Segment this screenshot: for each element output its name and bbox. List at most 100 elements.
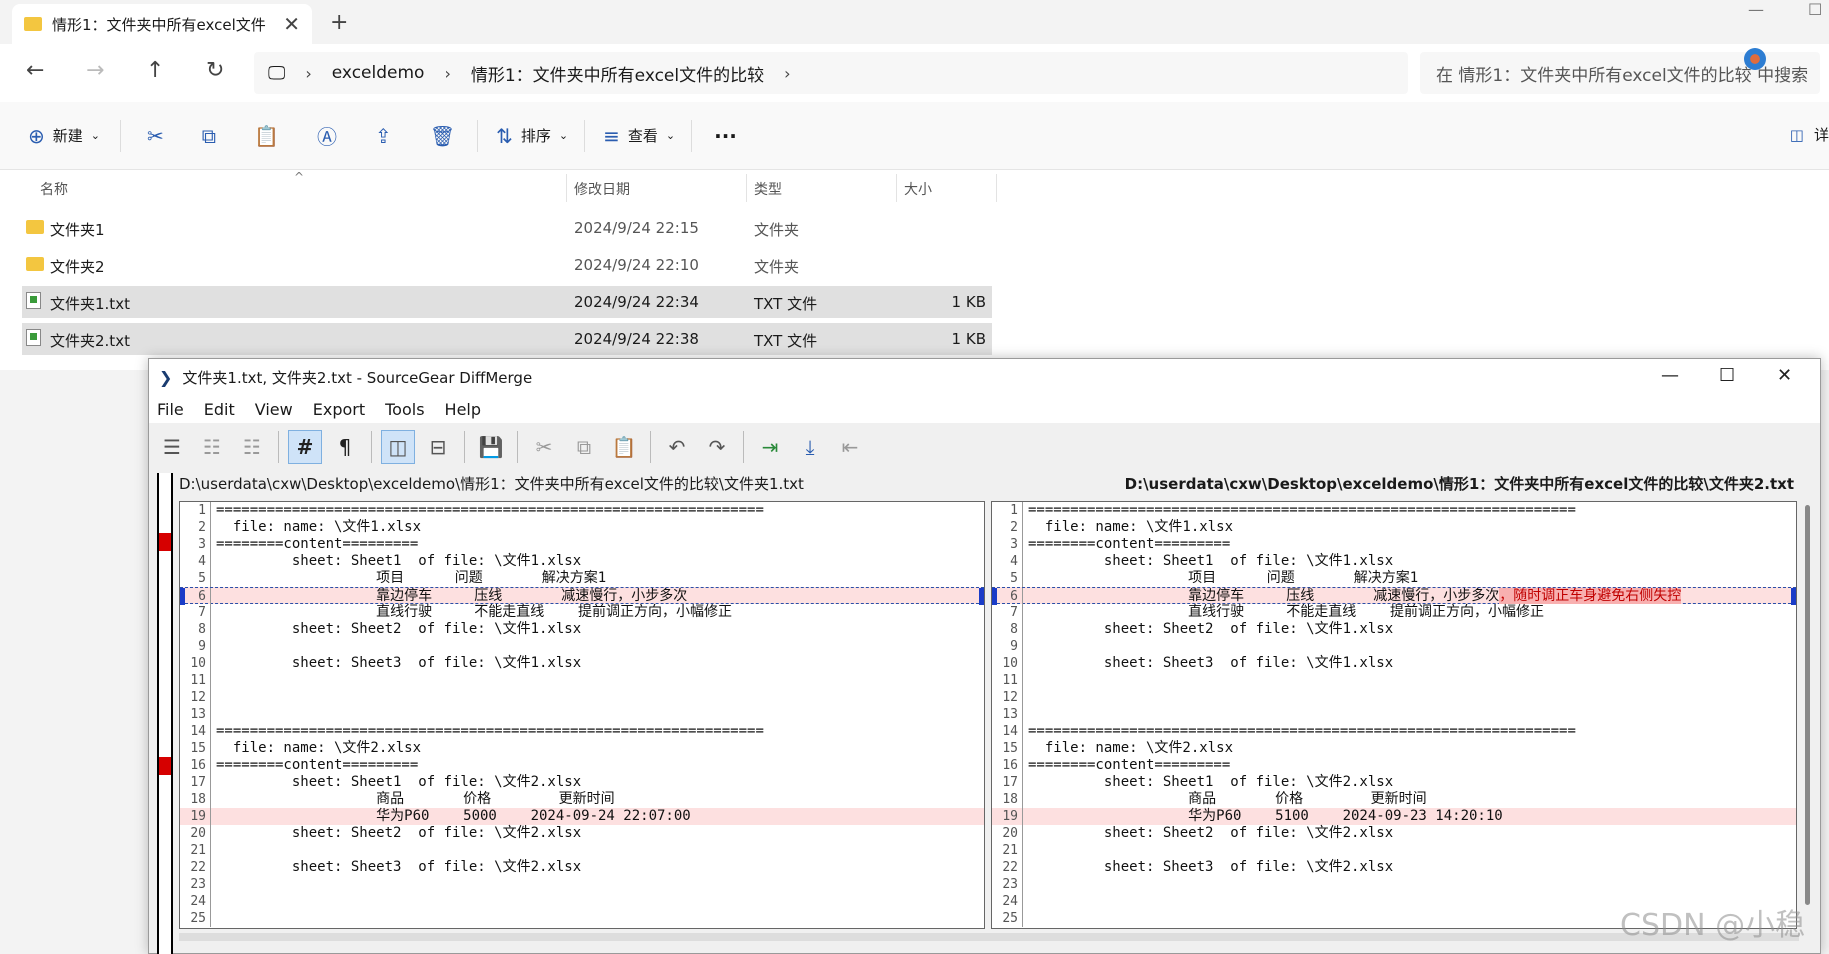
- paste-button[interactable]: 📋: [254, 116, 279, 156]
- computer-icon[interactable]: 🖵: [268, 63, 285, 84]
- menu-file[interactable]: File: [157, 400, 184, 419]
- scissors-icon: ✂: [147, 123, 164, 148]
- redo-icon[interactable]: ↷: [700, 430, 734, 464]
- line-number: 16: [190, 758, 206, 773]
- code-line: 22 sheet: Sheet3 of file: \文件2.xlsx: [180, 859, 984, 876]
- code-line: 21: [180, 842, 984, 859]
- menu-help[interactable]: Help: [445, 400, 481, 419]
- line-number: 8: [1010, 622, 1018, 637]
- change-marker[interactable]: [159, 533, 171, 551]
- line-text: ========content=========: [1028, 536, 1231, 552]
- menu-bar: File Edit View Export Tools Help: [149, 395, 1820, 423]
- code-line: 5 项目 问题 解决方案1: [992, 570, 1796, 587]
- sort-button[interactable]: ⇅ 排序 ⌄: [496, 116, 568, 156]
- list-item[interactable]: 文件夹1 2024/9/24 22:15 文件夹: [22, 212, 992, 244]
- save-icon[interactable]: 💾: [474, 430, 508, 464]
- chevron-right-icon: ›: [444, 63, 451, 83]
- file-date: 2024/9/24 22:38: [574, 330, 699, 348]
- command-bar: ⊕ 新建 ⌄ ✂ ⧉ 📋 Ⓐ ⇪ 🗑 ⇅ 排序 ⌄ ≡ 查看 ⌄ ··· ◫ 详: [0, 102, 1829, 170]
- close-icon[interactable]: ✕: [1777, 365, 1792, 386]
- copy-button[interactable]: ⧉: [202, 116, 216, 156]
- breadcrumb-item[interactable]: exceldemo: [332, 63, 425, 83]
- paste-icon[interactable]: 📋: [607, 430, 641, 464]
- left-pane[interactable]: 1 =======================================…: [179, 501, 985, 929]
- cut-button[interactable]: ✂: [147, 116, 164, 156]
- line-number: 21: [190, 843, 206, 858]
- undo-icon[interactable]: ↶: [660, 430, 694, 464]
- folder-icon: [26, 220, 44, 234]
- chevron-right-icon[interactable]: ›: [784, 64, 790, 83]
- column-date[interactable]: 修改日期: [574, 179, 630, 199]
- right-pane[interactable]: 1 =======================================…: [991, 501, 1797, 929]
- diffmerge-window: ❯ 文件夹1.txt, 文件夹2.txt - SourceGear DiffMe…: [148, 358, 1821, 954]
- line-number: 19: [1002, 809, 1018, 824]
- share-button[interactable]: ⇪: [375, 116, 392, 156]
- line-number: 13: [190, 707, 206, 722]
- code-line: 1 =======================================…: [992, 502, 1796, 519]
- line-text: sheet: Sheet3 of file: \文件2.xlsx: [1028, 859, 1394, 875]
- code-line: 25: [180, 910, 984, 927]
- breadcrumb-item[interactable]: 情形1：文件夹中所有excel文件的比较: [471, 61, 764, 86]
- code-line: 2 file: name: \文件1.xlsx: [180, 519, 984, 536]
- prev-change-icon[interactable]: ⇥: [753, 430, 787, 464]
- maximize-icon[interactable]: ☐: [1719, 365, 1735, 386]
- apply-change-icon[interactable]: ⇤: [833, 430, 867, 464]
- rename-button[interactable]: Ⓐ: [317, 116, 337, 156]
- split-horizontal-icon[interactable]: ⊟: [421, 430, 455, 464]
- vertical-scrollbar[interactable]: [1801, 501, 1815, 929]
- change-overview[interactable]: [157, 473, 173, 954]
- tab-current[interactable]: 情形1：文件夹中所有excel文件 ✕: [12, 4, 312, 44]
- menu-view[interactable]: View: [255, 400, 293, 419]
- line-text: sheet: Sheet1 of file: \文件1.xlsx: [1028, 553, 1394, 569]
- new-button[interactable]: ⊕ 新建 ⌄: [28, 116, 100, 156]
- cut-icon[interactable]: ✂: [527, 430, 561, 464]
- code-line: 6 靠边停车 压线 减速慢行，小步多次: [180, 587, 984, 605]
- split-vertical-icon[interactable]: ◫: [381, 430, 415, 464]
- line-number: 20: [1002, 826, 1018, 841]
- list-item[interactable]: 文件夹2.txt 2024/9/24 22:38 TXT 文件 1 KB: [22, 323, 992, 355]
- list-item[interactable]: 文件夹1.txt 2024/9/24 22:34 TXT 文件 1 KB: [22, 286, 992, 318]
- column-name[interactable]: 名称: [40, 179, 68, 199]
- menu-export[interactable]: Export: [313, 400, 365, 419]
- show-all-icon[interactable]: ☰: [155, 430, 189, 464]
- forward-icon[interactable]: →: [86, 58, 104, 83]
- line-number: 1: [1010, 503, 1018, 518]
- line-text: ========================================…: [1028, 723, 1576, 739]
- new-tab-button[interactable]: +: [330, 10, 348, 35]
- tab-bar: 情形1：文件夹中所有excel文件 ✕ + — ☐: [0, 0, 1829, 44]
- delete-button[interactable]: 🗑: [430, 116, 455, 156]
- menu-edit[interactable]: Edit: [204, 400, 235, 419]
- minimize-icon[interactable]: —: [1661, 365, 1679, 386]
- list-item[interactable]: 文件夹2 2024/9/24 22:10 文件夹: [22, 249, 992, 281]
- column-type[interactable]: 类型: [754, 179, 782, 199]
- line-numbers-icon[interactable]: #: [288, 430, 322, 464]
- copy-icon[interactable]: ⧉: [567, 430, 601, 464]
- up-icon[interactable]: ↑: [146, 58, 164, 83]
- back-icon[interactable]: ←: [26, 58, 44, 83]
- code-line: 13: [992, 706, 1796, 723]
- change-marker[interactable]: [159, 757, 171, 775]
- maximize-icon[interactable]: ☐: [1808, 0, 1822, 19]
- current-change-marker: [180, 588, 185, 605]
- view-button[interactable]: ≡ 查看 ⌄: [603, 116, 675, 156]
- code-line: 20 sheet: Sheet2 of file: \文件2.xlsx: [180, 825, 984, 842]
- code-line: 9: [180, 638, 984, 655]
- refresh-icon[interactable]: ↻: [206, 58, 224, 83]
- file-name: 文件夹1: [50, 221, 105, 239]
- column-size[interactable]: 大小: [904, 179, 932, 199]
- menu-tools[interactable]: Tools: [385, 400, 424, 419]
- next-change-icon[interactable]: ⤓: [793, 430, 827, 464]
- code-line: 8 sheet: Sheet2 of file: \文件1.xlsx: [992, 621, 1796, 638]
- breadcrumb[interactable]: 🖵 › exceldemo › 情形1：文件夹中所有excel文件的比较 ›: [254, 52, 1408, 94]
- line-number: 9: [198, 639, 206, 654]
- show-context-icon[interactable]: ☷: [235, 430, 269, 464]
- more-button[interactable]: ···: [714, 116, 737, 156]
- minimize-icon[interactable]: —: [1748, 0, 1764, 19]
- file-list: 名称 ^ 修改日期 类型 大小 文件夹1 2024/9/24 22:15 文件夹…: [0, 170, 1829, 370]
- chevron-right-icon: ›: [305, 63, 312, 83]
- pilcrow-icon[interactable]: ¶: [328, 430, 362, 464]
- details-button[interactable]: ◫ 详: [1790, 124, 1829, 145]
- horizontal-scrollbar[interactable]: [179, 933, 1799, 941]
- tab-close-icon[interactable]: ✕: [283, 12, 300, 36]
- show-diffs-icon[interactable]: ☷: [195, 430, 229, 464]
